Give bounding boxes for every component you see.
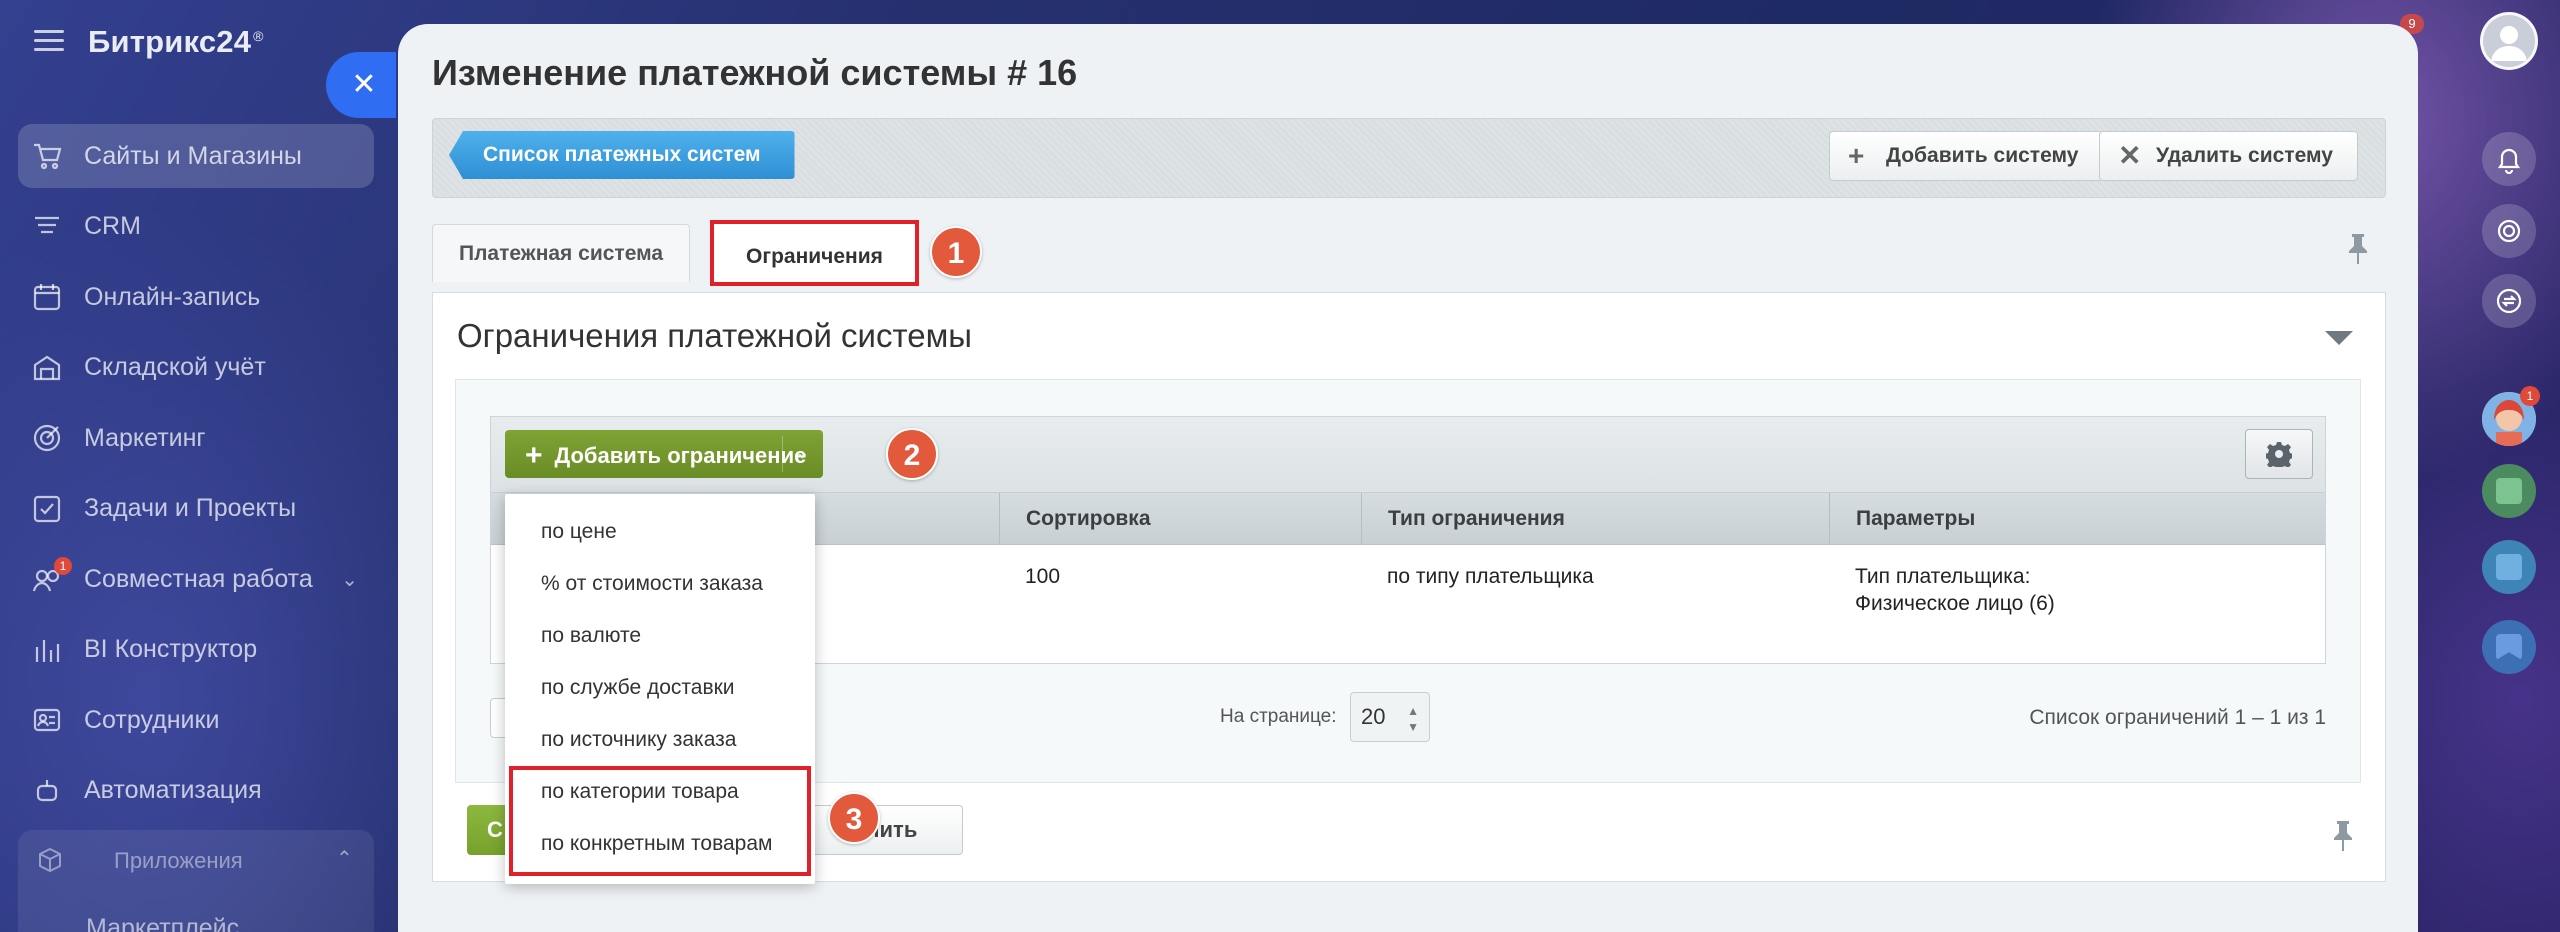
bell-icon[interactable] [2482, 132, 2536, 186]
chevron-up-icon[interactable]: ⌃ [336, 846, 353, 871]
highlight-frame [509, 766, 811, 876]
bookmark-icon[interactable] [2482, 620, 2536, 674]
page-title: Изменение платежной системы # 16 [432, 52, 1078, 93]
page-toolbar: Список платежных систем + Добавить систе… [432, 118, 2386, 198]
copilot-icon[interactable] [2482, 204, 2536, 258]
cart-icon [32, 141, 62, 171]
sidebar-item-booking[interactable]: Онлайн-запись [18, 265, 374, 329]
sidebar-item-label: BI Конструктор [84, 635, 258, 663]
sidebar-item-label: CRM [84, 212, 141, 240]
menu-item-by-delivery[interactable]: по службе доставки [541, 676, 735, 700]
column-header-sort[interactable]: Сортировка [999, 493, 1361, 545]
menu-item-by-order-percent[interactable]: % от стоимости заказа [541, 572, 763, 596]
sidebar-item-label: Совместная работа [84, 564, 313, 593]
cell-params-line2: Физическое лицо (6) [1855, 592, 2055, 615]
right-toolbar: 1 [2456, 0, 2560, 932]
sidebar-item-tasks[interactable]: Задачи и Проекты [18, 477, 374, 541]
pin-icon-bottom[interactable] [2333, 821, 2352, 851]
sidebar-group-title[interactable]: Приложения [114, 848, 243, 874]
add-system-label: Добавить систему [1886, 144, 2079, 167]
hamburger-menu-icon[interactable] [34, 30, 64, 52]
cell-sort: 100 [1025, 565, 1061, 588]
sidebar-item-automation[interactable]: Автоматизация [18, 759, 374, 823]
sidebar-item-label: Маркетинг [84, 423, 206, 452]
grid-count-label: Список ограничений 1 – 1 из 1 [2029, 706, 2326, 729]
per-page-label: На странице: [1220, 706, 1337, 727]
contact-badge: 1 [2520, 386, 2540, 406]
column-header-params[interactable]: Параметры [1829, 493, 2327, 545]
sidebar-item-marketing[interactable]: Маркетинг [18, 406, 374, 470]
chevron-down-icon[interactable]: ⌄ [796, 430, 809, 478]
add-restriction-label: Добавить ограничение [554, 443, 807, 468]
calendar-icon [32, 282, 62, 312]
pin-icon[interactable] [2348, 234, 2367, 264]
chevron-down-icon[interactable]: ⌄ [341, 567, 358, 592]
employees-icon [32, 705, 62, 735]
per-page-select[interactable]: 20 ▲ ▼ [1350, 692, 1430, 742]
menu-item-by-order-source[interactable]: по источнику заказа [541, 728, 736, 752]
plus-icon: + [525, 439, 543, 472]
task-icon [32, 494, 62, 524]
gear-icon [2266, 442, 2292, 467]
close-slider-button[interactable]: ✕ [326, 52, 396, 118]
spreadsheet-icon[interactable] [2482, 464, 2536, 518]
warehouse-icon [32, 353, 62, 383]
sidebar-item-warehouse[interactable]: Складской учёт [18, 336, 374, 400]
plus-icon: + [1848, 140, 1865, 171]
collab-badge: 1 [54, 557, 72, 575]
step-marker-3: 3 [828, 792, 880, 844]
section-title: Ограничения платежной системы [457, 317, 972, 354]
menu-item-by-currency[interactable]: по валюте [541, 624, 641, 648]
sidebar-item-label: Автоматизация [84, 776, 262, 804]
menu-item-by-price[interactable]: по цене [541, 520, 617, 544]
cell-params-line1: Тип плательщика: [1855, 565, 2031, 588]
delete-system-label: Удалить систему [2156, 144, 2333, 167]
sidebar-item-label: Складской учёт [84, 353, 266, 381]
chart-icon [32, 635, 62, 665]
sidebar-item-label: Задачи и Проекты [84, 494, 297, 522]
stepper-arrows-icon: ▲ ▼ [1407, 704, 1419, 734]
open-lines-icon[interactable] [2482, 540, 2536, 594]
close-icon: ✕ [2118, 140, 2142, 171]
crm-icon [32, 212, 62, 242]
grid-toolbar: + Добавить ограничение ⌄ [491, 417, 2325, 493]
sidebar-item-bi[interactable]: BI Конструктор [18, 618, 374, 682]
grid-settings-button[interactable] [2245, 429, 2313, 479]
delete-system-button[interactable]: ✕ Удалить систему [2099, 131, 2358, 181]
cell-type: по типу плательщика [1387, 565, 1594, 588]
add-restriction-button[interactable]: + Добавить ограничение ⌄ [505, 430, 823, 478]
sidebar-item-label: Сотрудники [84, 705, 220, 734]
add-system-button[interactable]: + Добавить систему [1829, 131, 2104, 181]
column-header-type[interactable]: Тип ограничения [1361, 493, 1829, 545]
sync-chat-icon[interactable] [2482, 274, 2536, 328]
payment-systems-list-button[interactable]: Список платежных систем [449, 131, 795, 179]
tab-payment-system[interactable]: Платежная система [432, 224, 691, 282]
per-page-value: 20 [1361, 704, 1386, 729]
sidebar-item-employees[interactable]: Сотрудники [18, 688, 374, 752]
collapse-triangle-icon[interactable] [2325, 331, 2353, 345]
left-sidebar: Битрикс24 ® Сайты и Магазины CRM Онлайн-з… [0, 0, 398, 932]
step-marker-1: 1 [930, 226, 982, 278]
apps-cube-icon [39, 847, 61, 873]
bitrix24-logo[interactable]: Битрикс24 ® [88, 24, 263, 60]
sidebar-menu: Сайты и Магазины CRM Онлайн-запись Склад… [18, 124, 374, 829]
sidebar-item-collaboration[interactable]: 1 Совместная работа ⌄ [18, 547, 374, 611]
automation-icon [32, 776, 62, 806]
step-marker-2: 2 [886, 428, 938, 480]
sidebar-item-label: Сайты и Магазины [84, 141, 302, 170]
sidebar-item-label: Онлайн-запись [84, 282, 261, 311]
sidebar-item-crm[interactable]: CRM [18, 195, 374, 259]
sidebar-item-sites-shops[interactable]: Сайты и Магазины [18, 124, 374, 188]
tab-restrictions[interactable]: Ограничения [710, 220, 919, 286]
target-icon [32, 423, 62, 453]
user-avatar[interactable] [2480, 12, 2538, 70]
sidebar-item-marketplace[interactable]: Маркетплейс [86, 914, 239, 932]
cell-params: Тип плательщика: Физическое лицо (6) [1829, 563, 2055, 617]
